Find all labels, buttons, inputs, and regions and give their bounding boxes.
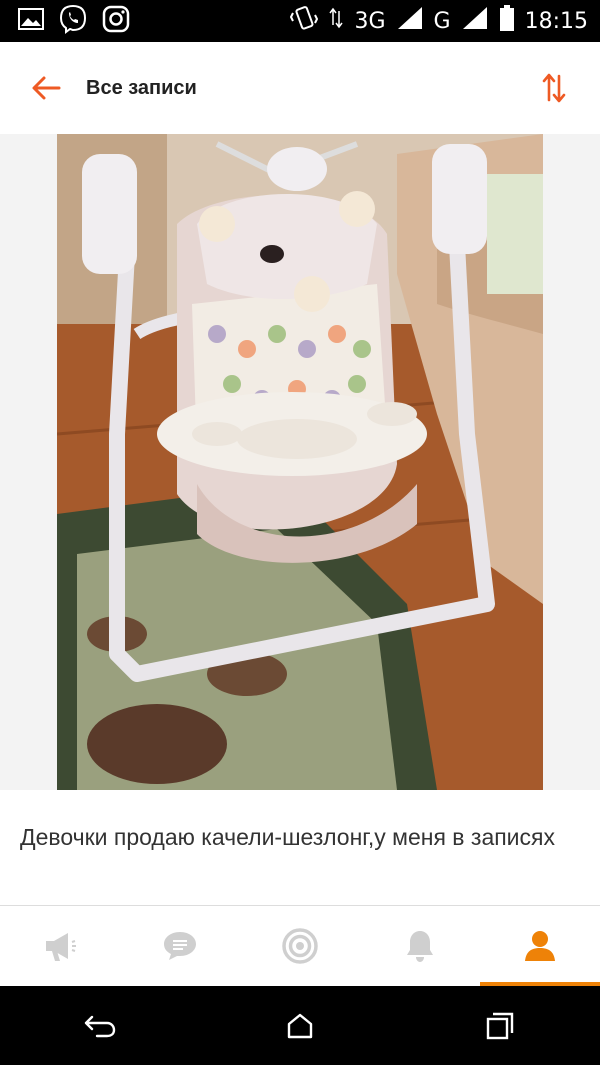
bell-icon <box>407 931 433 962</box>
nav-item-discussions[interactable] <box>240 906 360 986</box>
data-transfer-icon <box>328 5 344 37</box>
arrow-left-icon <box>32 76 61 100</box>
post-text: Девочки продаю качели-шезлонг,у меня в з… <box>0 790 600 906</box>
sort-arrows-icon <box>542 73 566 103</box>
battery-icon <box>499 4 515 38</box>
viber-icon <box>58 4 88 38</box>
gallery-icon <box>18 8 44 34</box>
bottom-navigation <box>0 906 600 986</box>
nav-item-feed[interactable] <box>0 906 120 986</box>
post-photo[interactable] <box>57 134 543 790</box>
instagram-icon <box>102 5 130 37</box>
nav-item-profile[interactable] <box>480 906 600 986</box>
page-title: Все записи <box>86 76 197 99</box>
back-icon <box>84 1015 116 1037</box>
vibrate-icon <box>290 5 319 37</box>
status-bar: 3G G 18:15 <box>0 0 600 42</box>
signal-icon <box>396 5 424 37</box>
network-g-label: G <box>433 8 451 34</box>
system-back-button[interactable] <box>70 996 130 1056</box>
back-button[interactable] <box>26 68 66 108</box>
chat-icon <box>164 932 196 960</box>
app-bar: Все записи <box>0 42 600 134</box>
megaphone-icon <box>46 933 76 961</box>
home-icon <box>287 1013 313 1038</box>
photo-viewer <box>0 134 600 790</box>
nav-item-notifications[interactable] <box>360 906 480 986</box>
network-3g-label: 3G <box>354 8 386 34</box>
recent-apps-icon <box>486 1012 514 1039</box>
sort-button[interactable] <box>534 68 574 108</box>
nav-item-messages[interactable] <box>120 906 240 986</box>
profile-icon <box>525 931 555 961</box>
signal-icon <box>461 5 489 37</box>
status-time: 18:15 <box>524 8 588 34</box>
system-navigation-bar <box>0 986 600 1065</box>
system-recents-button[interactable] <box>470 996 530 1056</box>
target-icon <box>282 928 318 964</box>
system-home-button[interactable] <box>270 996 330 1056</box>
